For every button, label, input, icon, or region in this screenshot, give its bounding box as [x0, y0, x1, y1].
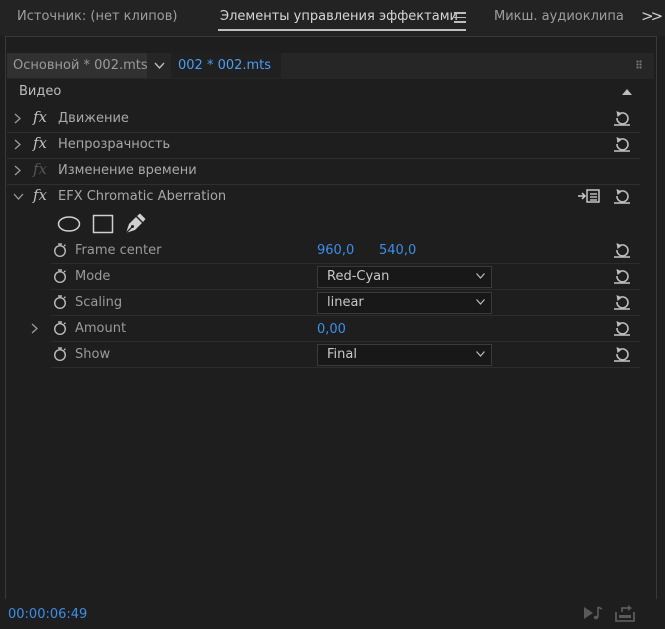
tab-audio-clip-mixer[interactable]: Микш. аудиоклипа: [494, 9, 640, 24]
rectangle-mask-icon[interactable]: [92, 214, 114, 234]
amount-value[interactable]: 0,00: [317, 322, 346, 337]
effect-row-time-remapping[interactable]: fx Изменение времени: [7, 158, 640, 185]
stopwatch-icon[interactable]: [53, 269, 67, 283]
timecode[interactable]: 00:00:06:49: [8, 607, 87, 622]
fx-icon[interactable]: fx: [33, 108, 47, 126]
scaling-dropdown[interactable]: linear: [317, 292, 492, 314]
mode-dropdown[interactable]: Red-Cyan: [317, 266, 492, 288]
frame-center-y-value[interactable]: 540,0: [379, 243, 416, 258]
reset-icon[interactable]: [613, 319, 631, 337]
reset-icon[interactable]: [613, 187, 631, 205]
chevron-right-icon[interactable]: [31, 323, 38, 334]
param-label: Show: [75, 347, 111, 362]
panel-menu-icon[interactable]: [454, 12, 466, 23]
section-title: Видео: [19, 84, 62, 99]
stopwatch-icon[interactable]: [53, 347, 67, 361]
param-label: Mode: [75, 269, 111, 284]
reset-icon[interactable]: [613, 241, 631, 259]
ellipse-mask-icon[interactable]: [57, 215, 81, 233]
export-icon[interactable]: [615, 604, 635, 622]
tab-effect-controls[interactable]: Элементы управления эффектами: [220, 9, 458, 24]
reset-icon[interactable]: [613, 345, 631, 363]
reset-icon[interactable]: [613, 267, 631, 285]
chevron-down-icon: [476, 273, 485, 279]
chevron-down-icon[interactable]: [13, 193, 24, 201]
effect-name: Изменение времени: [58, 163, 197, 178]
effect-row-chromatic-aberration[interactable]: fx EFX Chromatic Aberration: [7, 184, 640, 210]
master-clip-tab[interactable]: Основной * 002.mts: [7, 53, 148, 78]
reset-icon[interactable]: [613, 109, 631, 127]
effect-name: Движение: [58, 111, 129, 126]
stopwatch-icon[interactable]: [53, 321, 67, 335]
param-label: Amount: [75, 321, 127, 336]
more-panels-icon[interactable]: >>: [641, 7, 663, 25]
fx-icon: fx: [33, 160, 48, 178]
show-value: Final: [327, 347, 357, 362]
chevron-right-icon[interactable]: [14, 165, 21, 176]
chevron-down-icon[interactable]: [154, 62, 165, 70]
param-row-show: Show Final: [51, 342, 640, 368]
collapse-triangle-icon[interactable]: [622, 89, 632, 95]
param-label: Scaling: [75, 295, 123, 310]
panel-tab-bar: Источник: (нет клипов) Элементы управлен…: [0, 0, 665, 36]
reset-icon[interactable]: [613, 293, 631, 311]
param-row-amount: Amount 0,00: [31, 316, 640, 342]
mode-value: Red-Cyan: [327, 269, 390, 284]
param-label: Frame center: [75, 243, 162, 258]
sequence-clip-label: 002 * 002.mts: [178, 58, 272, 73]
effect-row-motion[interactable]: fx Движение: [7, 106, 640, 133]
chevron-down-icon: [476, 351, 485, 357]
chevron-right-icon[interactable]: [14, 113, 21, 124]
video-section-header[interactable]: Видео: [7, 80, 640, 104]
effect-name: Непрозрачность: [58, 137, 171, 152]
chevron-down-icon: [476, 299, 485, 305]
effect-row-opacity[interactable]: fx Непрозрачность: [7, 132, 640, 159]
tab-source[interactable]: Источник: (нет клипов): [17, 9, 177, 24]
mask-tools: [57, 213, 167, 237]
play-audio-icon[interactable]: [583, 604, 603, 622]
fx-icon[interactable]: fx: [33, 186, 47, 204]
pen-mask-icon[interactable]: [124, 213, 146, 235]
param-row-frame-center: Frame center 960,0 540,0: [51, 238, 640, 264]
stopwatch-icon[interactable]: [53, 243, 67, 257]
effect-name: EFX Chromatic Aberration: [58, 189, 227, 204]
show-dropdown[interactable]: Final: [317, 344, 492, 366]
frame-center-x-value[interactable]: 960,0: [317, 243, 354, 258]
sequence-clip-tab[interactable]: 002 * 002.mts: [171, 53, 281, 78]
reset-icon[interactable]: [613, 135, 631, 153]
fx-icon[interactable]: fx: [33, 134, 47, 152]
chevron-right-icon[interactable]: [14, 139, 21, 150]
grip-icon[interactable]: [636, 60, 642, 69]
master-clip-label: Основной * 002.mts: [13, 58, 148, 73]
stopwatch-icon[interactable]: [53, 295, 67, 309]
param-row-scaling: Scaling linear: [51, 290, 640, 316]
param-row-mode: Mode Red-Cyan: [51, 264, 640, 290]
active-tab-indicator: [218, 29, 466, 31]
status-bar: [0, 599, 665, 629]
scaling-value: linear: [327, 295, 364, 310]
effect-settings-icon[interactable]: [578, 188, 600, 204]
